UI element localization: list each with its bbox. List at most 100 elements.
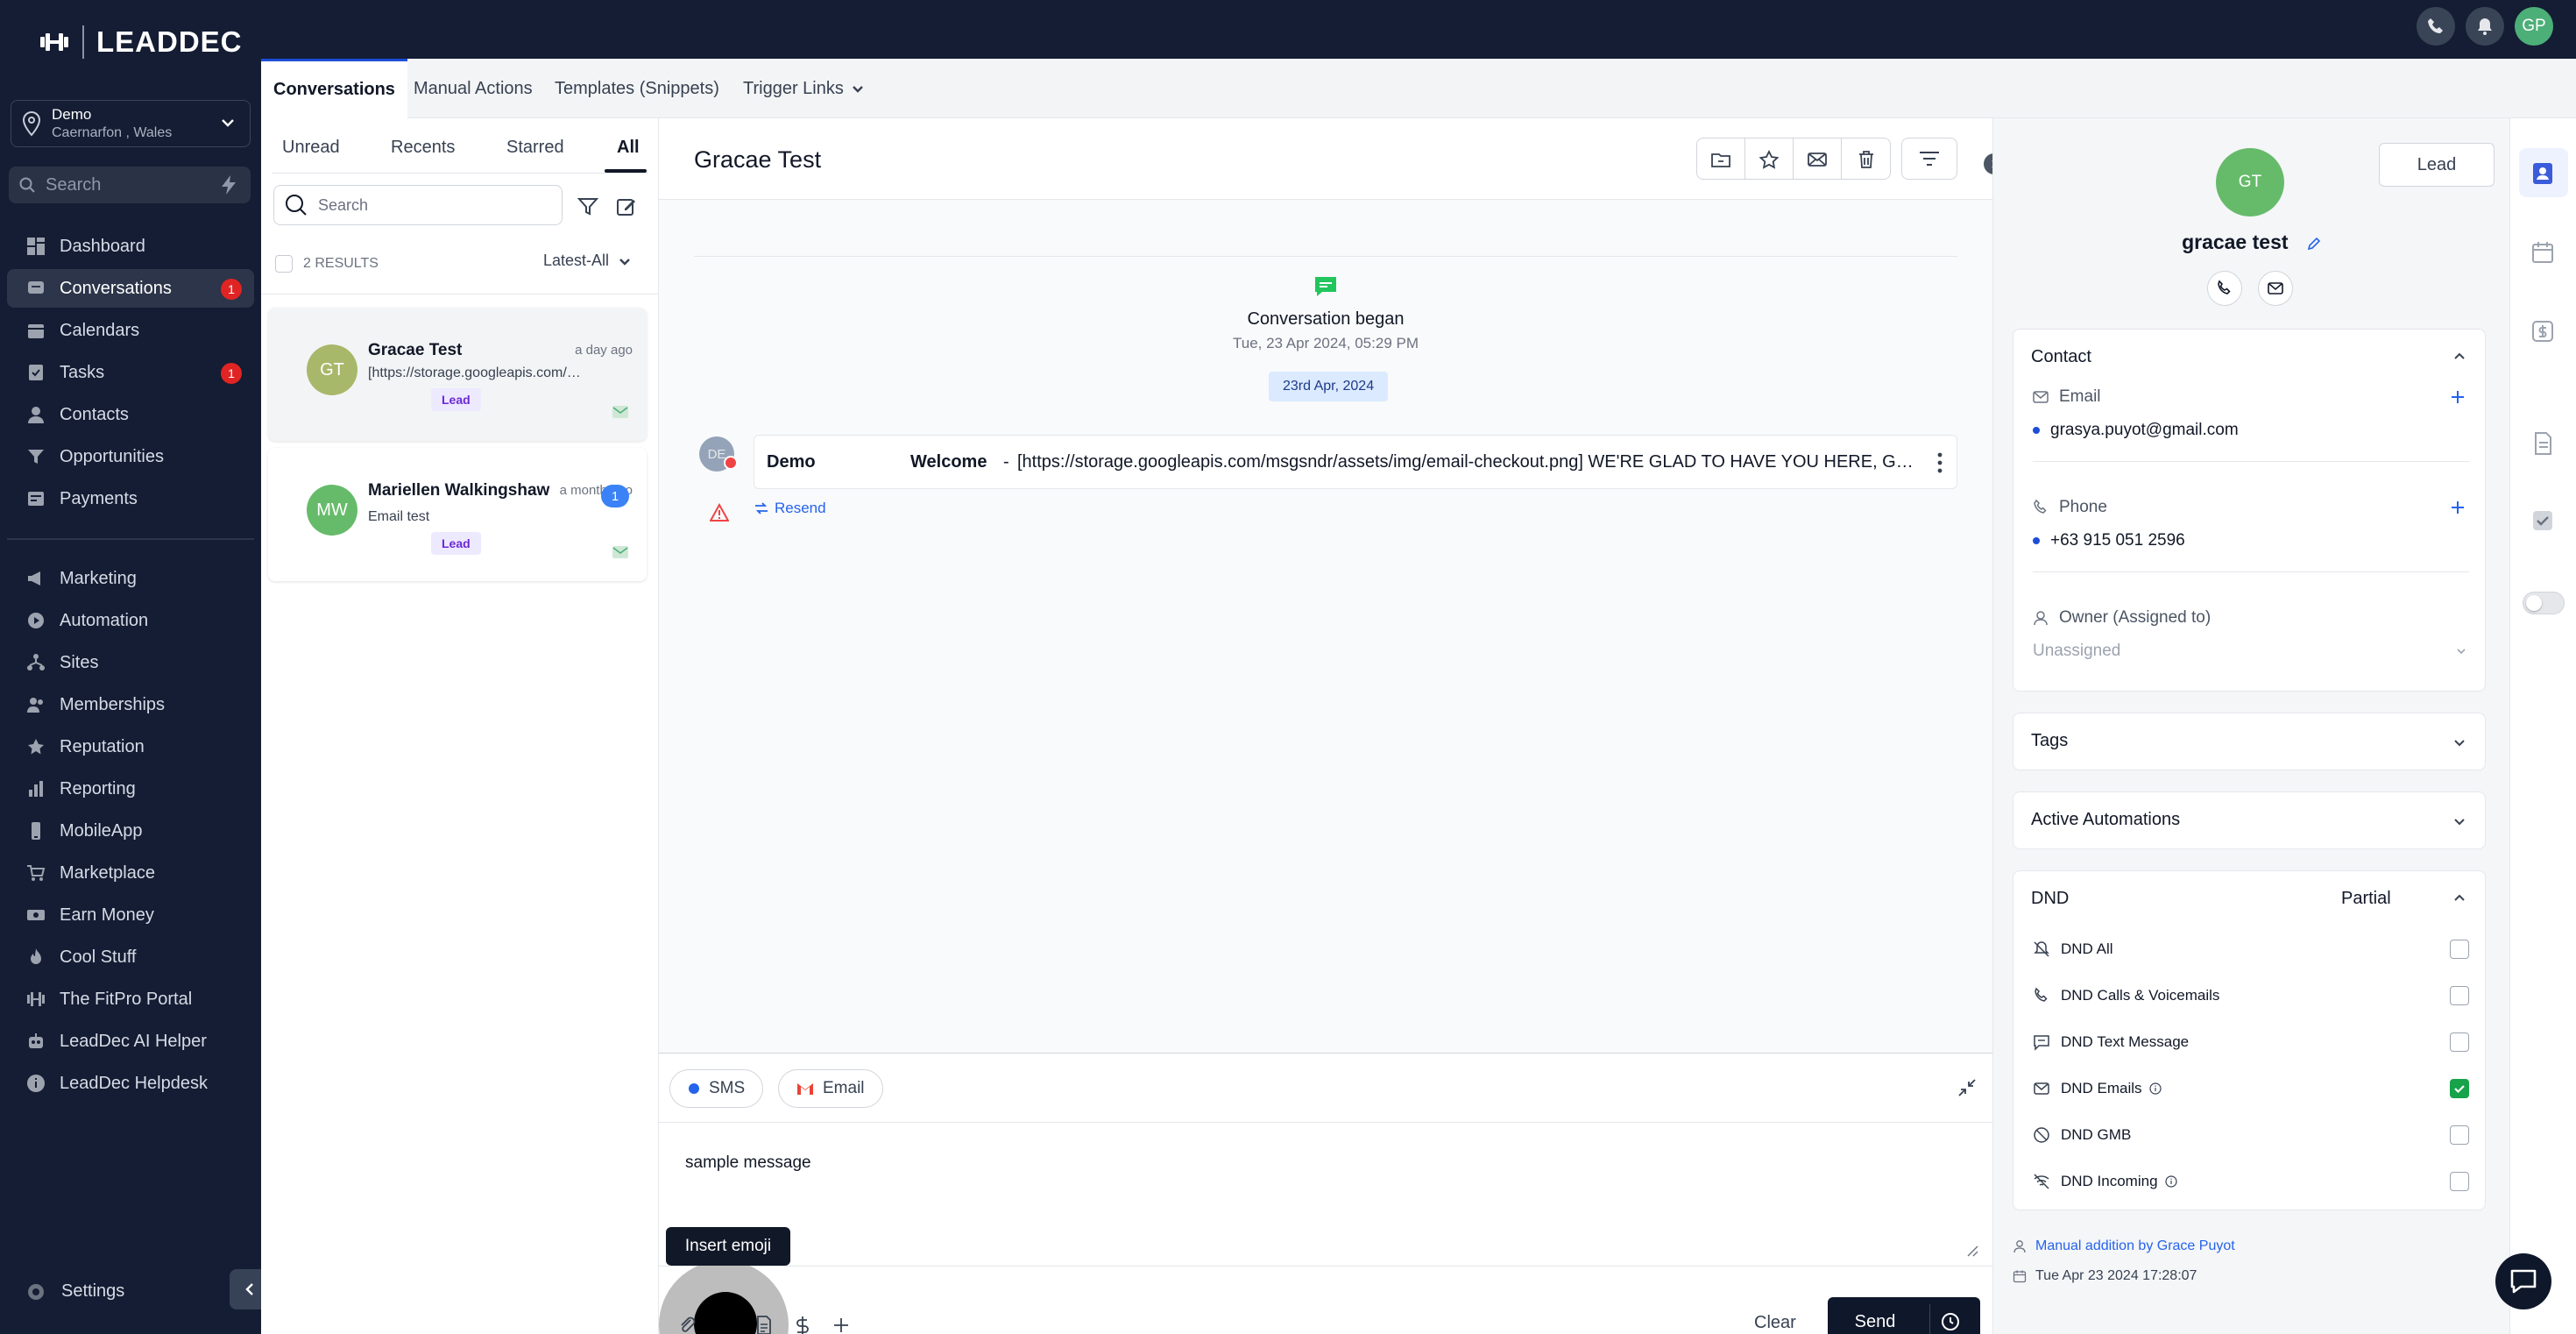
brand-logo[interactable]: LEADDEC [39,23,243,61]
funnel-icon [28,450,44,464]
conversation-search-input[interactable]: Search [273,185,563,225]
sidebar-item-ai-helper[interactable]: LeadDec AI Helper [7,1022,254,1061]
dnd-header[interactable]: DND [2031,889,2069,909]
sidebar-item-payments[interactable]: Payments [7,479,254,518]
sidebar-item-settings[interactable]: Settings [26,1281,124,1302]
attachment-icon[interactable] [676,1315,697,1334]
sidebar-item-marketing[interactable]: Marketing [7,559,254,598]
chevron-down-icon[interactable] [2455,645,2467,657]
move-to-folder-button[interactable] [1697,138,1745,179]
automations-card[interactable]: Active Automations [2013,791,2486,849]
contact-card-icon[interactable] [2530,160,2556,187]
compose-icon[interactable] [615,195,638,218]
add-phone-icon[interactable] [2450,500,2466,515]
tags-card[interactable]: Tags [2013,713,2486,770]
user-icon [2034,611,2048,626]
sidebar-item-memberships[interactable]: Memberships [7,685,254,724]
sidebar-item-fitpro-portal[interactable]: The FitPro Portal [7,980,254,1018]
sidebar-item-contacts[interactable]: Contacts [7,395,254,434]
owner-select[interactable]: Unassigned [2033,642,2120,661]
tab-manual-actions[interactable]: Manual Actions [414,59,533,118]
calendar-icon[interactable] [2530,239,2556,266]
dnd-text-checkbox[interactable] [2450,1032,2469,1052]
sidebar-item-cool-stuff[interactable]: Cool Stuff [7,938,254,976]
sidebar-item-earn-money[interactable]: Earn Money [7,896,254,934]
list-tab-recents[interactable]: Recents [391,138,455,173]
call-contact-button[interactable] [2207,271,2242,306]
dollar-icon[interactable] [2530,318,2556,344]
retry-icon [755,502,768,514]
send-button[interactable]: Send [1828,1297,1980,1334]
list-tab-starred[interactable]: Starred [506,138,564,173]
contact-source[interactable]: Manual addition by Grace Puyot [2013,1238,2235,1254]
select-all-checkbox[interactable] [275,255,293,273]
dnd-calls-checkbox[interactable] [2450,986,2469,1005]
clear-button[interactable]: Clear [1754,1313,1796,1333]
filter-icon[interactable] [577,195,599,218]
dnd-all-checkbox[interactable] [2450,940,2469,959]
sidebar-item-conversations[interactable]: Conversations 1 [7,269,254,308]
document-icon[interactable] [754,1315,775,1334]
dnd-emails-checkbox[interactable] [2450,1079,2469,1098]
dnd-gmb-checkbox[interactable] [2450,1125,2469,1145]
user-avatar[interactable]: GP [2515,7,2553,46]
phone-button[interactable] [2417,7,2455,46]
lightning-icon[interactable] [217,174,240,196]
tab-trigger-links[interactable]: Trigger Links [743,59,865,118]
sidebar-item-dashboard[interactable]: Dashboard [7,227,254,266]
chevron-up-icon[interactable] [2452,349,2467,365]
chevron-up-icon[interactable] [2452,891,2467,906]
sidebar-item-calendars[interactable]: Calendars [7,311,254,350]
email-value[interactable]: grasya.puyot@gmail.com [2033,421,2239,440]
message-filter-button[interactable] [1901,138,1957,180]
email-channel-tab[interactable]: Email [778,1069,883,1108]
list-tab-unread[interactable]: Unread [282,138,340,173]
collapse-composer-icon[interactable] [1957,1078,1977,1097]
support-chat-button[interactable] [2495,1253,2551,1309]
sidebar-item-opportunities[interactable]: Opportunities [7,437,254,476]
resend-label: Resend [775,500,826,516]
info-icon[interactable] [2148,1082,2162,1095]
notifications-button[interactable] [2466,7,2504,46]
list-tab-all[interactable]: All [617,138,640,173]
delete-button[interactable] [1842,138,1890,179]
resend-link[interactable]: Resend [754,500,826,517]
location-switcher[interactable]: Demo Caernarfon , Wales [11,100,251,147]
email-message[interactable]: Demo Welcome - [https://storage.googleap… [754,435,1957,489]
phone-value[interactable]: +63 915 051 2596 [2033,531,2185,550]
message-input[interactable]: sample message [685,1153,811,1173]
sort-dropdown[interactable]: Latest-All [543,252,632,270]
schedule-clock-icon[interactable] [1940,1311,1961,1332]
dnd-incoming-checkbox[interactable] [2450,1172,2469,1191]
add-email-icon[interactable] [2450,389,2466,405]
sidebar-item-tasks[interactable]: Tasks 1 [7,353,254,392]
tab-conversations[interactable]: Conversations [261,59,407,118]
contact-card-header[interactable]: Contact [2031,347,2091,367]
sidebar-search[interactable]: Search [9,167,251,203]
sidebar-item-reputation[interactable]: Reputation [7,727,254,766]
lead-button[interactable]: Lead [2379,143,2495,187]
email-contact-button[interactable] [2258,271,2293,306]
panel-toggle[interactable] [2523,592,2565,614]
sidebar-item-sites[interactable]: Sites [7,643,254,682]
sidebar-item-helpdesk[interactable]: LeadDec Helpdesk [7,1064,254,1103]
star-button[interactable] [1745,138,1794,179]
plus-icon[interactable] [831,1315,852,1334]
task-check-icon[interactable] [2530,507,2556,534]
dollar-icon[interactable] [792,1315,813,1334]
info-icon[interactable] [2164,1175,2177,1188]
mark-read-button[interactable] [1794,138,1842,179]
notes-icon[interactable] [2530,430,2556,457]
pencil-icon[interactable] [2306,236,2322,252]
sms-channel-tab[interactable]: SMS [669,1069,764,1108]
automations-header: Active Automations [2031,810,2181,829]
conversation-item[interactable]: MW Mariellen Walkingshaw a month ago 1 E… [268,448,647,581]
tab-templates[interactable]: Templates (Snippets) [555,59,719,118]
sidebar-item-reporting[interactable]: Reporting [7,770,254,808]
sidebar-item-mobileapp[interactable]: MobileApp [7,812,254,850]
sidebar-item-automation[interactable]: Automation [7,601,254,640]
sidebar-item-marketplace[interactable]: Marketplace [7,854,254,892]
more-options-icon[interactable] [1937,451,1943,474]
conversation-item[interactable]: GT Gracae Test a day ago [https://storag… [268,308,647,441]
resize-grip-icon[interactable] [1964,1243,1978,1257]
